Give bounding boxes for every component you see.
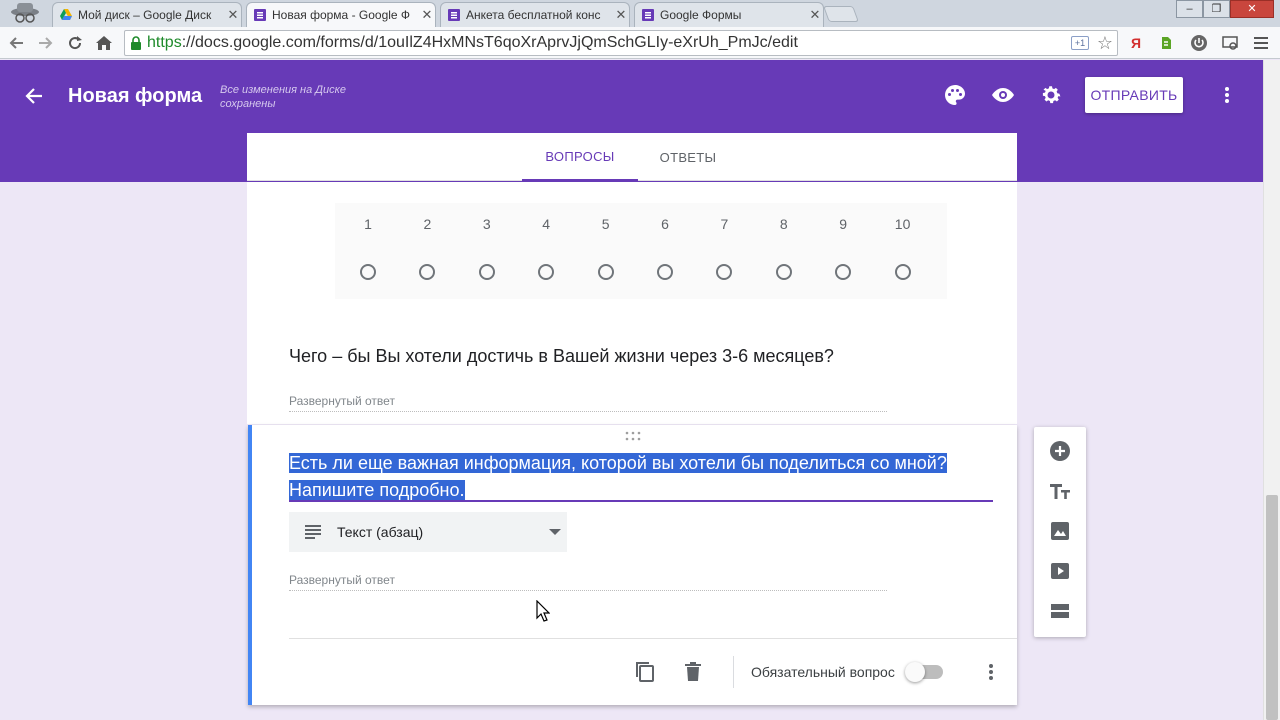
card-footer-divider: [289, 638, 1017, 639]
new-tab-button[interactable]: [823, 6, 859, 22]
scale-label: 10: [894, 216, 911, 232]
window-close-icon[interactable]: ✕: [1230, 0, 1274, 18]
question-type-dropdown[interactable]: Текст (абзац): [289, 512, 567, 552]
tab-title: Новая форма - Google Ф: [272, 8, 411, 22]
translate-icon[interactable]: +1: [1071, 36, 1089, 50]
url-path: ://docs.google.com/forms/d/1ouIlZ4HxMNsT…: [181, 34, 798, 51]
paragraph-answer-placeholder: Развернутый ответ: [289, 394, 887, 412]
incognito-spy-icon: [11, 3, 39, 23]
evernote-icon[interactable]: [1156, 33, 1176, 53]
mouse-cursor-icon: [536, 600, 550, 622]
restore-icon[interactable]: ❐: [1203, 0, 1230, 18]
scale-radio-button[interactable]: [360, 264, 376, 280]
minimize-icon[interactable]: –: [1176, 0, 1203, 18]
star-icon[interactable]: ☆: [1097, 33, 1113, 54]
tab-title: Мой диск – Google Диск: [78, 8, 212, 22]
browser-toolbar: https://docs.google.com/forms/d/1ouIlZ4H…: [0, 27, 1280, 59]
scale-label: 9: [839, 216, 848, 232]
browser-tab-new-form[interactable]: Новая форма - Google Ф ✕: [246, 2, 436, 27]
url-text: https://docs.google.com/forms/d/1ouIlZ4H…: [147, 34, 798, 52]
page-scrollbar[interactable]: [1263, 60, 1280, 720]
google-forms-icon: [642, 9, 654, 21]
selected-question-text: Есть ли еще важная информация, которой в…: [289, 453, 947, 500]
google-drive-icon: [60, 9, 72, 20]
add-question-icon[interactable]: [1048, 439, 1072, 463]
browser-tab-survey[interactable]: Анкета бесплатной конс ✕: [440, 2, 630, 27]
reload-icon[interactable]: [64, 32, 86, 54]
delete-trash-icon[interactable]: [681, 660, 705, 684]
tab-close-icon[interactable]: ✕: [807, 7, 823, 23]
question-type-label: Текст (абзац): [337, 524, 424, 540]
scale-radio-button[interactable]: [597, 264, 614, 280]
preview-eye-icon[interactable]: [991, 83, 1015, 107]
address-bar[interactable]: https://docs.google.com/forms/d/1ouIlZ4H…: [124, 30, 1118, 56]
scale-label: 5: [601, 216, 610, 232]
scrollbar-thumb[interactable]: [1266, 495, 1278, 720]
add-section-icon[interactable]: [1048, 599, 1072, 623]
send-button[interactable]: ОТПРАВИТЬ: [1085, 77, 1183, 113]
scale-radio-button[interactable]: [657, 264, 673, 280]
more-vert-icon[interactable]: [1216, 84, 1238, 106]
form-title[interactable]: Новая форма: [68, 85, 202, 108]
google-forms-icon: [254, 9, 266, 21]
menu-icon[interactable]: [1251, 33, 1271, 53]
forward-nav-icon[interactable]: [34, 32, 56, 54]
scale-label: 8: [779, 216, 788, 232]
settings-gear-icon[interactable]: [1039, 83, 1063, 107]
browser-tab-google-forms[interactable]: Google Формы ✕: [634, 2, 824, 27]
tab-close-icon[interactable]: ✕: [613, 7, 629, 23]
scale-radio-button[interactable]: [775, 264, 792, 280]
scale-label: 3: [482, 216, 491, 232]
paragraph-answer-placeholder: Развернутый ответ: [289, 573, 887, 591]
question-title-input[interactable]: Есть ли еще важная информация, которой в…: [289, 450, 993, 504]
palette-icon[interactable]: [943, 83, 967, 107]
tab-responses[interactable]: ОТВЕТЫ: [638, 133, 738, 181]
footer-separator: [733, 656, 734, 688]
scale-radio-button[interactable]: [894, 264, 911, 280]
add-video-icon[interactable]: [1048, 559, 1072, 583]
window-controls: – ❐ ✕: [1176, 0, 1274, 18]
save-status: Все изменения на Диске сохранены: [220, 84, 346, 110]
form-tabs-bar: ВОПРОСЫ ОТВЕТЫ: [247, 133, 1017, 181]
more-vert-icon[interactable]: [979, 660, 1003, 684]
google-forms-icon: [448, 9, 460, 21]
lock-icon: [131, 36, 141, 50]
screenshot-icon[interactable]: [1220, 33, 1240, 53]
title-underline: [289, 500, 993, 502]
tab-title: Google Формы: [660, 8, 742, 22]
home-icon[interactable]: [93, 32, 115, 54]
question-title[interactable]: Чего – бы Вы хотели достичь в Вашей жизн…: [289, 346, 834, 367]
tab-close-icon[interactable]: ✕: [419, 7, 435, 23]
add-title-icon[interactable]: [1048, 479, 1072, 503]
browser-tab-drive[interactable]: Мой диск – Google Диск ✕: [52, 2, 242, 27]
dropdown-arrow-icon: [549, 529, 561, 535]
tab-questions[interactable]: ВОПРОСЫ: [522, 133, 638, 181]
add-image-icon[interactable]: [1048, 519, 1072, 543]
back-arrow-icon[interactable]: [22, 84, 46, 108]
drag-handle-icon[interactable]: [624, 431, 642, 441]
scale-radio-button[interactable]: [478, 264, 495, 280]
paragraph-lines-icon: [305, 525, 321, 539]
scale-label: 7: [720, 216, 729, 232]
browser-tabstrip: Мой диск – Google Диск ✕ Новая форма - G…: [0, 0, 1280, 27]
tab-title: Анкета бесплатной конс: [466, 8, 601, 22]
side-toolbar: [1034, 427, 1086, 637]
power-icon[interactable]: [1189, 33, 1209, 53]
back-nav-icon[interactable]: [6, 32, 28, 54]
scale-label: 1: [364, 216, 372, 232]
url-scheme: https: [147, 34, 182, 51]
scale-label: 6: [661, 216, 669, 232]
duplicate-icon[interactable]: [633, 660, 657, 684]
required-label: Обязательный вопрос: [751, 664, 895, 680]
required-toggle[interactable]: [905, 662, 943, 682]
tab-close-icon[interactable]: ✕: [225, 7, 241, 23]
yandex-icon[interactable]: Я: [1126, 33, 1146, 53]
scale-label: 2: [423, 216, 432, 232]
scale-label: 4: [542, 216, 551, 232]
toggle-knob: [905, 662, 925, 682]
